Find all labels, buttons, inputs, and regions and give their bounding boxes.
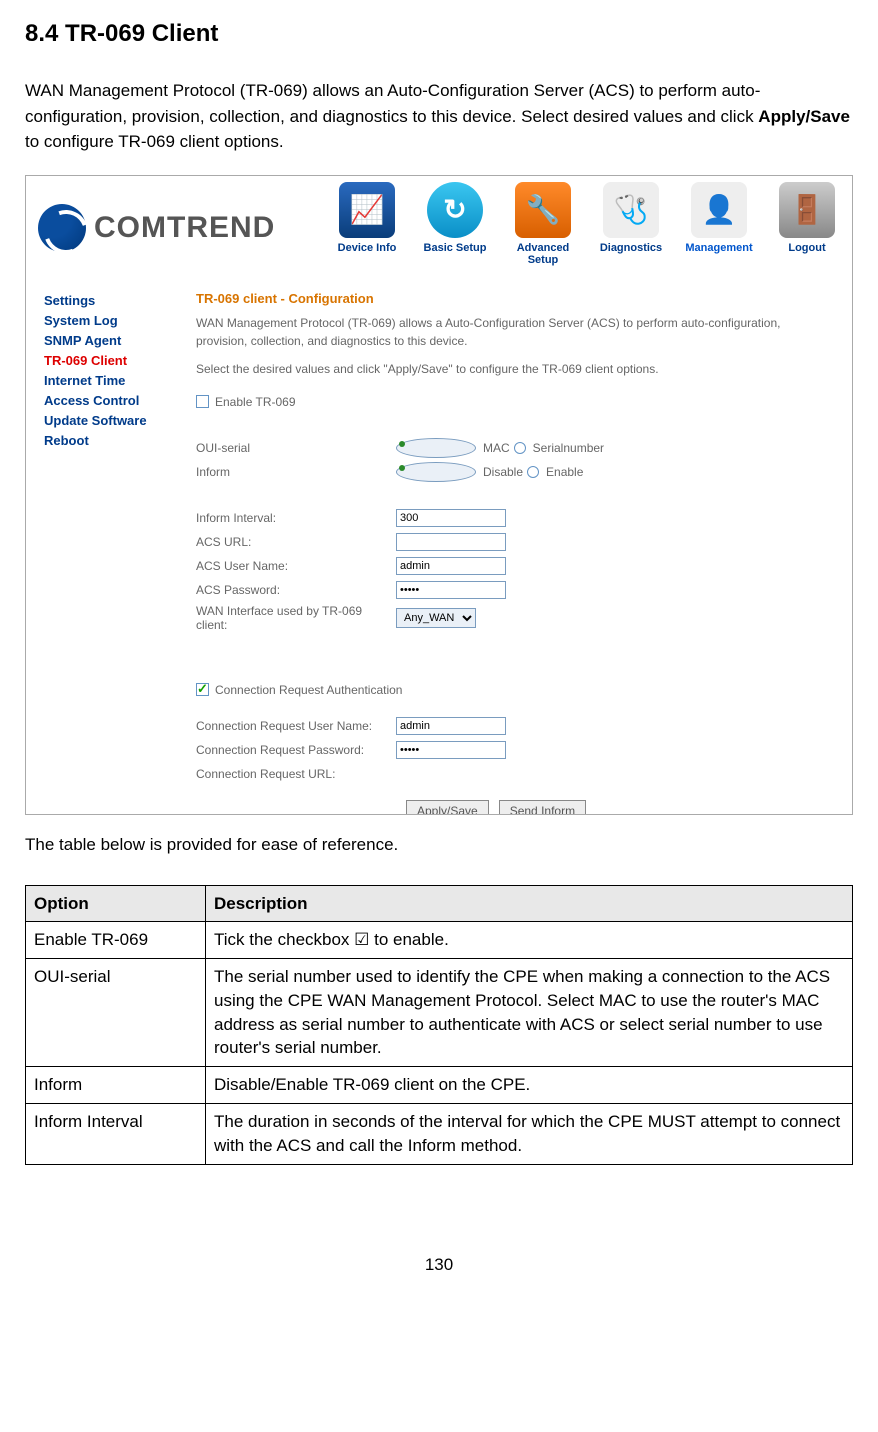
send-inform-button[interactable]: Send Inform [499,800,586,815]
panel-title: TR-069 client - Configuration [196,291,832,306]
enable-tr069-label: Enable TR-069 [215,395,296,409]
section-heading: 8.4 TR-069 Client [25,20,853,48]
inform-interval-label: Inform Interval: [196,511,396,525]
opt-cell: Enable TR-069 [26,922,206,959]
basic-setup-icon: ↻ [427,182,483,238]
reference-intro: The table below is provided for ease of … [25,835,853,855]
inform-disable-label: Disable [483,465,523,479]
conn-req-user-label: Connection Request User Name: [196,719,396,733]
description-header: Description [206,885,853,922]
nav-advanced-setup[interactable]: 🔧 Advanced Setup [502,182,584,266]
device-info-icon: 📈 [339,182,395,238]
inform-enable-radio[interactable] [527,466,539,478]
config-panel: TR-069 client - Configuration WAN Manage… [186,291,852,815]
opt-cell: OUI-serial [26,959,206,1067]
nav-basic-setup[interactable]: ↻ Basic Setup [414,182,496,254]
conn-req-user-input[interactable] [396,717,506,735]
conn-req-auth-row: Connection Request Authentication [196,680,832,700]
sidebar-reboot[interactable]: Reboot [44,431,186,451]
conn-req-auth-checkbox[interactable] [196,683,209,696]
advanced-setup-icon: 🔧 [515,182,571,238]
opt-cell: Inform [26,1067,206,1104]
sidebar-update-software[interactable]: Update Software [44,411,186,431]
intro-paragraph: WAN Management Protocol (TR-069) allows … [25,78,853,155]
intro-text-bold: Apply/Save [758,107,850,126]
logo-swirl-icon [38,204,86,252]
reference-table: Option Description Enable TR-069 Tick th… [25,885,853,1165]
nav-logout[interactable]: 🚪 Logout [766,182,848,254]
intro-text-a: WAN Management Protocol (TR-069) allows … [25,81,760,126]
management-icon: 👤 [691,182,747,238]
desc-cell: Disable/Enable TR-069 client on the CPE. [206,1067,853,1104]
acs-url-label: ACS URL: [196,535,396,549]
sidebar-snmp-agent[interactable]: SNMP Agent [44,331,186,351]
desc-cell: The duration in seconds of the interval … [206,1104,853,1165]
screenshot-header: COMTREND 📈 Device Info ↻ Basic Setup 🔧 A… [26,176,852,281]
sidebar-internet-time[interactable]: Internet Time [44,371,186,391]
acs-password-label: ACS Password: [196,583,396,597]
conn-req-auth-label: Connection Request Authentication [215,683,402,697]
table-row: Enable TR-069 Tick the checkbox ☑ to ena… [26,922,853,959]
sidebar: Settings System Log SNMP Agent TR-069 Cl… [26,291,186,815]
conn-req-url-label: Connection Request URL: [196,767,396,781]
acs-password-input[interactable] [396,581,506,599]
oui-mac-label: MAC [483,441,510,455]
nav-management[interactable]: 👤 Management [678,182,760,254]
inform-interval-input[interactable] [396,509,506,527]
button-row: Apply/Save Send Inform [196,800,832,815]
sidebar-access-control[interactable]: Access Control [44,391,186,411]
sidebar-system-log[interactable]: System Log [44,311,186,331]
sidebar-settings[interactable]: Settings [44,291,186,311]
nav-device-info[interactable]: 📈 Device Info [326,182,408,254]
opt-cell: Inform Interval [26,1104,206,1165]
screenshot-body: Settings System Log SNMP Agent TR-069 Cl… [26,281,852,815]
page-number: 130 [25,1255,853,1275]
inform-disable-radio[interactable] [396,462,476,482]
oui-mac-radio[interactable] [396,438,476,458]
acs-user-label: ACS User Name: [196,559,396,573]
panel-desc-1: WAN Management Protocol (TR-069) allows … [196,314,832,350]
apply-save-button[interactable]: Apply/Save [406,800,489,815]
sidebar-tr069-client[interactable]: TR-069 Client [44,351,186,371]
inform-enable-label: Enable [546,465,583,479]
table-row: Inform Interval The duration in seconds … [26,1104,853,1165]
screenshot-frame: COMTREND 📈 Device Info ↻ Basic Setup 🔧 A… [25,175,853,815]
table-header-row: Option Description [26,885,853,922]
conn-req-pw-input[interactable] [396,741,506,759]
diagnostics-icon: 🩺 [603,182,659,238]
conn-req-pw-label: Connection Request Password: [196,743,396,757]
logout-icon: 🚪 [779,182,835,238]
desc-cell: Tick the checkbox ☑ to enable. [206,922,853,959]
oui-serial-label: OUI-serial [196,441,396,455]
acs-url-input[interactable] [396,533,506,551]
oui-serial-option-label: Serialnumber [533,441,604,455]
logo-text: COMTREND [94,211,275,245]
acs-user-input[interactable] [396,557,506,575]
panel-desc-2: Select the desired values and click "App… [196,360,832,378]
desc-cell: The serial number used to identify the C… [206,959,853,1067]
wan-interface-label: WAN Interface used by TR-069 client: [196,604,396,632]
inform-label: Inform [196,465,396,479]
intro-text-c: to configure TR-069 client options. [25,132,284,151]
table-row: Inform Disable/Enable TR-069 client on t… [26,1067,853,1104]
nav-diagnostics[interactable]: 🩺 Diagnostics [590,182,672,254]
option-header: Option [26,885,206,922]
table-row: OUI-serial The serial number used to ide… [26,959,853,1067]
top-nav: 📈 Device Info ↻ Basic Setup 🔧 Advanced S… [326,176,852,281]
wan-interface-select[interactable]: Any_WAN [396,608,476,628]
enable-tr069-row: Enable TR-069 [196,392,832,412]
logo: COMTREND [26,176,275,281]
enable-tr069-checkbox[interactable] [196,395,209,408]
oui-serial-radio[interactable] [514,442,526,454]
